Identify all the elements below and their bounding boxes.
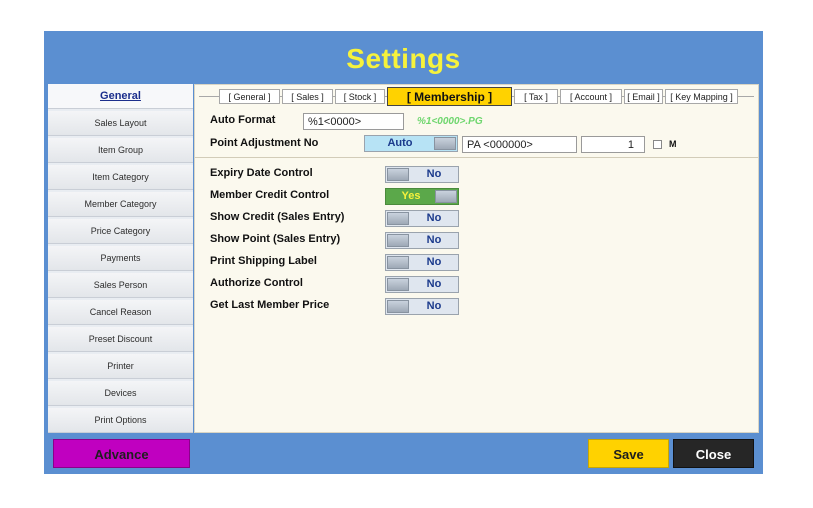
tab-account[interactable]: [ Account ] — [560, 89, 622, 104]
toggle-knob — [387, 256, 409, 269]
point-adjustment-checkbox-label: M — [669, 139, 677, 149]
sidebar-item-sales-layout[interactable]: Sales Layout — [48, 111, 193, 136]
sidebar-item-print-options[interactable]: Print Options — [48, 408, 193, 433]
show-point-toggle[interactable]: No — [385, 232, 459, 249]
show-credit-toggle[interactable]: No — [385, 210, 459, 227]
member-credit-control-toggle[interactable]: Yes — [385, 188, 459, 205]
sidebar-item-item-category[interactable]: Item Category — [48, 165, 193, 190]
sidebar-item-price-category[interactable]: Price Category — [48, 219, 193, 244]
sidebar-item-general[interactable]: General — [48, 84, 193, 109]
close-button[interactable]: Close — [673, 439, 754, 468]
tab-general[interactable]: [ General ] — [219, 89, 280, 104]
authorize-control-value: No — [426, 278, 442, 290]
tab-stock[interactable]: [ Stock ] — [335, 89, 385, 104]
sidebar-item-member-category[interactable]: Member Category — [48, 192, 193, 217]
show-point-value: No — [426, 234, 442, 246]
member-credit-control-label: Member Credit Control — [210, 189, 330, 201]
point-adjustment-checkbox[interactable] — [653, 140, 662, 149]
tab-email[interactable]: [ Email ] — [624, 89, 663, 104]
toggle-knob — [434, 137, 456, 150]
bottom-bar: Advance Save Close — [48, 437, 759, 469]
toggle-knob — [387, 168, 409, 181]
tab-membership[interactable]: [ Membership ] — [387, 87, 512, 106]
point-adjustment-label: Point Adjustment No — [210, 137, 319, 149]
member-credit-control-value: Yes — [401, 190, 421, 202]
toggle-knob — [387, 300, 409, 313]
save-button[interactable]: Save — [588, 439, 669, 468]
sidebar-item-preset-discount[interactable]: Preset Discount — [48, 327, 193, 352]
point-adjustment-toggle[interactable]: Auto — [364, 135, 458, 152]
sidebar: General Sales Layout Item Group Item Cat… — [48, 84, 193, 433]
toggle-knob — [387, 278, 409, 291]
expiry-date-control-value: No — [426, 168, 442, 180]
sidebar-item-cancel-reason[interactable]: Cancel Reason — [48, 300, 193, 325]
auto-format-label: Auto Format — [210, 114, 276, 126]
print-shipping-label-label: Print Shipping Label — [210, 255, 317, 267]
get-last-member-price-value: No — [426, 300, 442, 312]
expiry-date-control-label: Expiry Date Control — [210, 167, 313, 179]
tab-key-mapping[interactable]: [ Key Mapping ] — [665, 89, 738, 104]
sidebar-item-item-group[interactable]: Item Group — [48, 138, 193, 163]
sidebar-item-payments[interactable]: Payments — [48, 246, 193, 271]
toggle-knob — [387, 212, 409, 225]
settings-window: Settings General Sales Layout Item Group… — [44, 31, 763, 474]
sidebar-item-devices[interactable]: Devices — [48, 381, 193, 406]
get-last-member-price-toggle[interactable]: No — [385, 298, 459, 315]
sidebar-item-sales-person[interactable]: Sales Person — [48, 273, 193, 298]
window-title: Settings — [346, 43, 461, 74]
tab-sales[interactable]: [ Sales ] — [282, 89, 333, 104]
expiry-date-control-toggle[interactable]: No — [385, 166, 459, 183]
toggle-knob — [435, 190, 457, 203]
get-last-member-price-label: Get Last Member Price — [210, 299, 330, 311]
show-credit-value: No — [426, 212, 442, 224]
show-credit-label: Show Credit (Sales Entry) — [210, 211, 345, 223]
toggle-knob — [387, 234, 409, 247]
tab-tax[interactable]: [ Tax ] — [514, 89, 558, 104]
authorize-control-toggle[interactable]: No — [385, 276, 459, 293]
auto-format-preview: %1<0000>.PG — [417, 116, 483, 127]
advance-button[interactable]: Advance — [53, 439, 190, 468]
section-divider — [195, 157, 758, 158]
sidebar-item-printer[interactable]: Printer — [48, 354, 193, 379]
show-point-label: Show Point (Sales Entry) — [210, 233, 341, 245]
authorize-control-label: Authorize Control — [210, 277, 303, 289]
auto-format-input[interactable]: %1<0000> — [303, 113, 404, 130]
print-shipping-label-toggle[interactable]: No — [385, 254, 459, 271]
point-adjustment-format-input[interactable]: PA <000000> — [462, 136, 577, 153]
settings-panel: [ General ] [ Sales ] [ Stock ] [ Member… — [194, 84, 759, 433]
print-shipping-label-value: No — [426, 256, 442, 268]
point-adjustment-number-input[interactable]: 1 — [581, 136, 645, 153]
